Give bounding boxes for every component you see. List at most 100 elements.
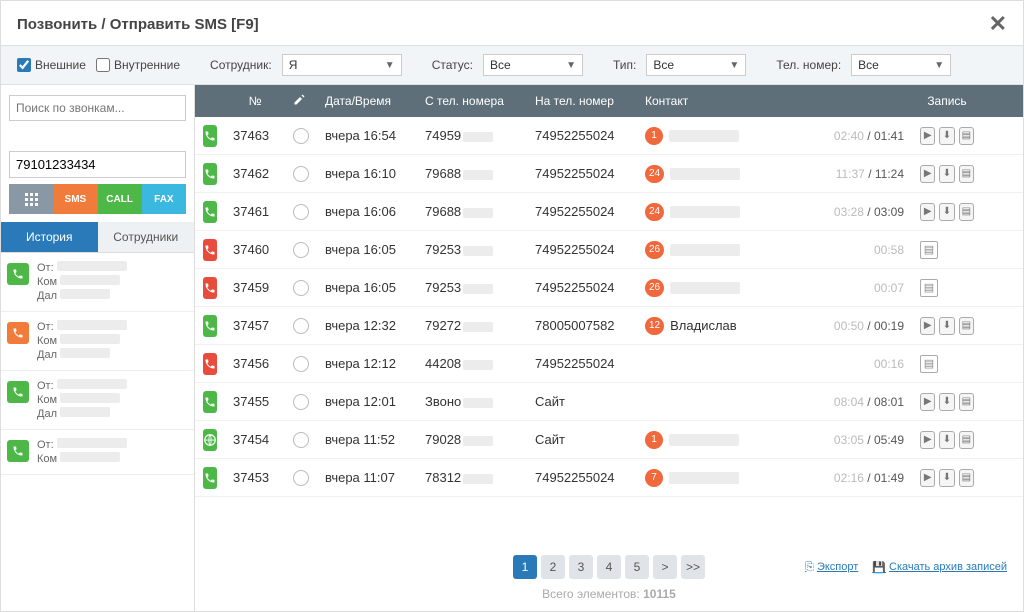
cell-date: вчера 16:10 <box>317 166 417 181</box>
external-check-input[interactable] <box>17 58 31 72</box>
tab-history[interactable]: История <box>1 222 98 252</box>
contact-badge: 26 <box>645 279 664 297</box>
call-direction-icon <box>203 201 217 223</box>
note-icon[interactable]: ▤ <box>959 469 974 487</box>
table-row[interactable]: 37460 вчера 16:05 79253 74952255024 26 0… <box>195 231 1023 269</box>
contact-badge: 1 <box>645 431 663 449</box>
th-contact[interactable]: Контакт <box>637 94 812 108</box>
download-archive-link[interactable]: 💾Скачать архив записей <box>872 561 1007 574</box>
mark-circle[interactable] <box>293 166 309 182</box>
mark-circle[interactable] <box>293 356 309 372</box>
download-icon[interactable]: ⬇ <box>939 165 954 183</box>
tab-employees[interactable]: Сотрудники <box>98 222 195 252</box>
note-icon[interactable]: ▤ <box>920 241 938 259</box>
download-icon[interactable]: ⬇ <box>939 431 954 449</box>
status-label: Статус: <box>432 58 473 72</box>
side-call-text: От: Ком <box>37 438 127 466</box>
page-last[interactable]: >> <box>681 555 705 579</box>
employee-select[interactable]: Я ▼ <box>282 54 402 76</box>
call-button[interactable]: CALL <box>98 184 142 214</box>
play-icon[interactable]: ▶ <box>920 165 935 183</box>
cell-to: 78005007582 <box>527 318 637 333</box>
side-call-item[interactable]: От: Ком Дал <box>1 253 194 312</box>
pager: 12345 > >> ⎘Экспорт 💾Скачать архив запис… <box>195 545 1023 583</box>
table-row[interactable]: 37456 вчера 12:12 44208 74952255024 00:1… <box>195 345 1023 383</box>
download-icon[interactable]: ⬇ <box>939 393 954 411</box>
page-1[interactable]: 1 <box>513 555 537 579</box>
table-row[interactable]: 37461 вчера 16:06 79688 74952255024 24 0… <box>195 193 1023 231</box>
side-call-item[interactable]: От: Ком Дал <box>1 312 194 371</box>
th-record[interactable]: Запись <box>912 94 982 108</box>
play-icon[interactable]: ▶ <box>920 127 935 145</box>
fax-button[interactable]: FAX <box>142 184 186 214</box>
page-5[interactable]: 5 <box>625 555 649 579</box>
sms-button[interactable]: SMS <box>53 184 97 214</box>
note-icon[interactable]: ▤ <box>959 165 974 183</box>
mark-circle[interactable] <box>293 204 309 220</box>
phone-number-input[interactable] <box>9 151 186 178</box>
download-icon[interactable]: ⬇ <box>939 127 954 145</box>
search-calls-input[interactable] <box>9 95 186 121</box>
play-icon[interactable]: ▶ <box>920 469 935 487</box>
page-next[interactable]: > <box>653 555 677 579</box>
play-icon[interactable]: ▶ <box>920 431 935 449</box>
mark-circle[interactable] <box>293 394 309 410</box>
play-icon[interactable]: ▶ <box>920 393 935 411</box>
note-icon[interactable]: ▤ <box>920 279 938 297</box>
contact-badge: 24 <box>645 165 664 183</box>
page-4[interactable]: 4 <box>597 555 621 579</box>
table-row[interactable]: 37454 вчера 11:52 79028 Сайт 1 03:05 / 0… <box>195 421 1023 459</box>
cell-date: вчера 16:05 <box>317 280 417 295</box>
cell-date: вчера 12:32 <box>317 318 417 333</box>
close-icon[interactable]: ✕ <box>989 11 1007 37</box>
total-count: Всего элементов: 10115 <box>195 583 1023 611</box>
mark-circle[interactable] <box>293 242 309 258</box>
side-call-text: От: Ком Дал <box>37 379 127 421</box>
dialpad-button[interactable] <box>9 184 53 214</box>
table-row[interactable]: 37457 вчера 12:32 79272 78005007582 12Вл… <box>195 307 1023 345</box>
download-icon[interactable]: ⬇ <box>939 469 954 487</box>
cell-number: 37459 <box>225 280 285 295</box>
status-select[interactable]: Все ▼ <box>483 54 583 76</box>
side-call-item[interactable]: От: Ком <box>1 430 194 475</box>
th-from[interactable]: С тел. номера <box>417 94 527 108</box>
note-icon[interactable]: ▤ <box>959 393 974 411</box>
note-icon[interactable]: ▤ <box>959 127 974 145</box>
page-3[interactable]: 3 <box>569 555 593 579</box>
th-to[interactable]: На тел. номер <box>527 94 637 108</box>
table-row[interactable]: 37453 вчера 11:07 78312 74952255024 7 02… <box>195 459 1023 497</box>
table-row[interactable]: 37462 вчера 16:10 79688 74952255024 24 1… <box>195 155 1023 193</box>
play-icon[interactable]: ▶ <box>920 203 935 221</box>
internal-checkbox[interactable]: Внутренние <box>96 58 180 72</box>
cell-record: ▶⬇ ▤ <box>912 393 982 411</box>
export-link[interactable]: ⎘Экспорт <box>805 561 858 574</box>
mark-circle[interactable] <box>293 432 309 448</box>
mark-circle[interactable] <box>293 318 309 334</box>
mark-circle[interactable] <box>293 280 309 296</box>
note-icon[interactable]: ▤ <box>959 203 974 221</box>
play-icon[interactable]: ▶ <box>920 317 935 335</box>
page-2[interactable]: 2 <box>541 555 565 579</box>
chevron-down-icon: ▼ <box>566 60 576 71</box>
download-icon[interactable]: ⬇ <box>939 317 954 335</box>
filter-bar: Внешние Внутренние Сотрудник: Я ▼ Статус… <box>1 46 1023 85</box>
phone-filter-select[interactable]: Все ▼ <box>851 54 951 76</box>
note-icon[interactable]: ▤ <box>920 355 938 373</box>
download-icon[interactable]: ⬇ <box>939 203 954 221</box>
table-row[interactable]: 37463 вчера 16:54 74959 74952255024 1 02… <box>195 117 1023 155</box>
cell-number: 37462 <box>225 166 285 181</box>
note-icon[interactable]: ▤ <box>959 317 974 335</box>
side-call-item[interactable]: От: Ком Дал <box>1 371 194 430</box>
table-row[interactable]: 37459 вчера 16:05 79253 74952255024 26 0… <box>195 269 1023 307</box>
note-icon[interactable]: ▤ <box>959 431 974 449</box>
external-checkbox[interactable]: Внешние <box>17 58 86 72</box>
cell-from: 74959 <box>417 128 527 143</box>
cell-duration: 11:37 / 11:24 <box>812 167 912 181</box>
th-date[interactable]: Дата/Время <box>317 94 417 108</box>
type-select[interactable]: Все ▼ <box>646 54 746 76</box>
table-row[interactable]: 37455 вчера 12:01 Звоно Сайт 08:04 / 08:… <box>195 383 1023 421</box>
th-number[interactable]: № <box>225 94 285 108</box>
internal-check-input[interactable] <box>96 58 110 72</box>
mark-circle[interactable] <box>293 470 309 486</box>
mark-circle[interactable] <box>293 128 309 144</box>
